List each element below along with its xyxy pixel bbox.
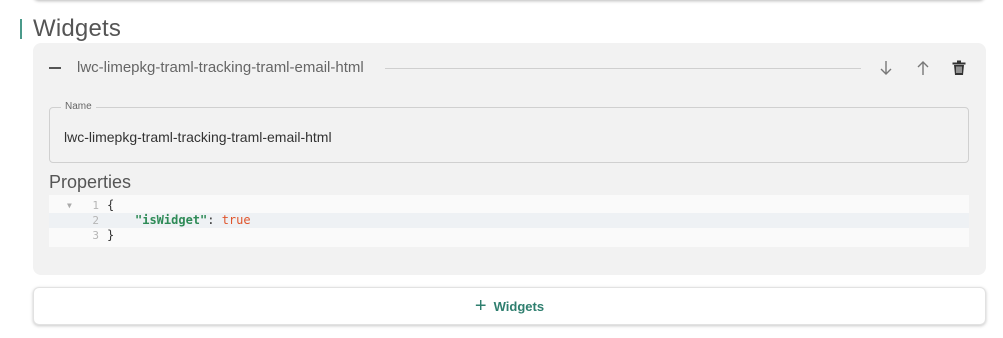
fold-arrow-icon[interactable]: ▼ (67, 198, 72, 213)
json-colon: : (207, 213, 222, 227)
add-widgets-button[interactable]: + Widgets (33, 287, 986, 325)
move-down-button[interactable] (875, 57, 897, 79)
code-line-2: 2 "isWidget": true (49, 213, 969, 228)
collapse-button[interactable] (47, 58, 63, 78)
plus-icon: + (474, 295, 487, 317)
move-up-button[interactable] (912, 57, 934, 79)
name-field-value[interactable]: lwc-limepkg-traml-tracking-traml-email-h… (64, 129, 332, 145)
code-text: "isWidget": true (135, 213, 251, 228)
code-text: { (107, 198, 115, 212)
arrow-up-icon (917, 61, 929, 75)
minus-icon (49, 67, 61, 69)
name-field[interactable]: Name lwc-limepkg-traml-tracking-traml-em… (49, 101, 969, 163)
section-accent-bar (20, 19, 22, 39)
line-number: 1 (92, 199, 99, 212)
delete-button[interactable] (948, 57, 970, 79)
code-text: } (107, 228, 115, 242)
trash-icon (952, 60, 966, 75)
json-code-editor[interactable]: ▼ 1 { 2 "isWidget": true 3 } (49, 195, 969, 247)
name-field-label: Name (61, 101, 96, 113)
widget-panel: lwc-limepkg-traml-tracking-traml-email-h… (33, 43, 986, 275)
line-number: 3 (92, 229, 99, 242)
header-divider (385, 68, 861, 69)
line-number: 2 (92, 214, 99, 227)
arrow-down-icon (880, 61, 892, 75)
section-title-text: Widgets (33, 15, 122, 42)
properties-label: Properties (49, 172, 132, 192)
json-value: true (221, 213, 251, 227)
widget-header: lwc-limepkg-traml-tracking-traml-email-h… (33, 55, 986, 81)
section-title: Widgets (20, 15, 122, 42)
add-widgets-label: Widgets (493, 298, 545, 314)
json-key: "isWidget" (135, 213, 208, 227)
widget-header-label: lwc-limepkg-traml-tracking-traml-email-h… (77, 59, 364, 76)
code-line-3: 3 } (49, 228, 969, 243)
code-line-1: ▼ 1 { (49, 198, 969, 213)
